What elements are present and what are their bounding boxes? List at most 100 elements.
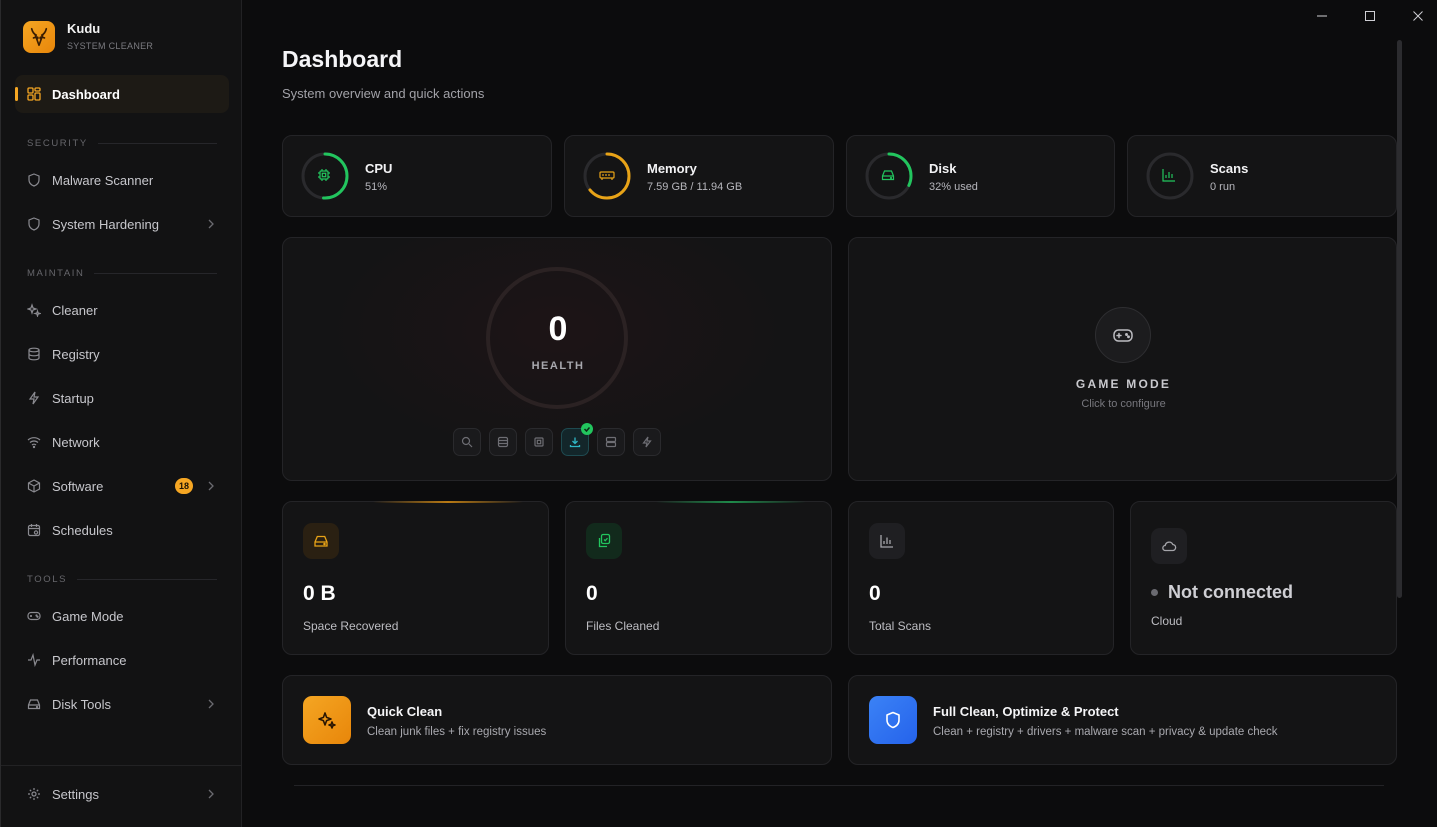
main-scrollbar[interactable]: [1397, 40, 1402, 598]
metric-value: 0: [586, 582, 598, 605]
stat-value: 32% used: [929, 181, 978, 193]
section-maintain: MAINTAIN: [27, 268, 217, 279]
sparkles-icon: [303, 696, 351, 744]
metric-card-cloud[interactable]: Not connected Cloud: [1130, 501, 1397, 655]
drive-icon: [303, 523, 339, 559]
sidebar-item-label: Settings: [52, 786, 99, 802]
database-icon: [27, 347, 41, 361]
sidebar-item-network[interactable]: Network: [15, 423, 229, 461]
sidebar-item-cleaner[interactable]: Cleaner: [15, 291, 229, 329]
page-subtitle: System overview and quick actions: [282, 86, 485, 101]
metric-value: 0 B: [303, 582, 336, 605]
card-accent-line: [373, 501, 523, 503]
game-mode-card[interactable]: GAME MODE Click to configure: [848, 237, 1397, 481]
scan-check-button[interactable]: [453, 428, 481, 456]
stat-card-memory[interactable]: Memory 7.59 GB / 11.94 GB: [564, 135, 834, 217]
server-icon: [605, 436, 617, 448]
minimize-button[interactable]: [1312, 6, 1332, 26]
maximize-icon: [1365, 11, 1375, 21]
sidebar-item-system-hardening[interactable]: System Hardening: [15, 205, 229, 243]
stat-card-disk[interactable]: Disk 32% used: [846, 135, 1115, 217]
app-name: Kudu: [67, 21, 101, 36]
shield-icon: [27, 173, 41, 187]
game-mode-subtitle: Click to configure: [1081, 398, 1166, 410]
files-icon: [586, 523, 622, 559]
storage-check-button[interactable]: [597, 428, 625, 456]
cpu-chip-icon: [534, 437, 544, 447]
stat-title: Disk: [929, 161, 957, 176]
status-dot: [1151, 589, 1158, 596]
cloud-status: Not connected: [1151, 582, 1293, 603]
sidebar-item-registry[interactable]: Registry: [15, 335, 229, 373]
download-icon: [569, 437, 581, 448]
box-icon: [27, 479, 41, 493]
chevron-right-icon: [207, 697, 215, 714]
quick-clean-button[interactable]: Quick Clean Clean junk files + fix regis…: [282, 675, 832, 765]
cpu-usage-ring: [300, 151, 350, 201]
sidebar-item-settings[interactable]: Settings: [15, 775, 229, 813]
metric-card-files-cleaned: 0 Files Cleaned: [565, 501, 832, 655]
sidebar-item-label: Network: [52, 434, 100, 450]
gear-icon: [27, 787, 41, 801]
action-subtitle: Clean + registry + drivers + malware sca…: [933, 726, 1278, 738]
scans-ring: [1145, 151, 1195, 201]
minimize-icon: [1317, 15, 1327, 17]
startup-check-button[interactable]: [633, 428, 661, 456]
bar-chart-icon: [869, 523, 905, 559]
sidebar-item-schedules[interactable]: Schedules: [15, 511, 229, 549]
action-subtitle: Clean junk files + fix registry issues: [367, 726, 547, 738]
shield-icon: [869, 696, 917, 744]
sidebar-item-label: System Hardening: [52, 216, 159, 232]
full-clean-button[interactable]: Full Clean, Optimize & Protect Clean + r…: [848, 675, 1397, 765]
metric-label: Cloud: [1151, 614, 1183, 628]
sidebar-item-label: Cleaner: [52, 302, 98, 318]
drive-icon: [27, 697, 41, 711]
maximize-button[interactable]: [1360, 6, 1380, 26]
bolt-icon: [642, 436, 652, 448]
close-button[interactable]: [1408, 6, 1428, 26]
search-icon: [461, 436, 473, 448]
chevron-right-icon: [207, 217, 215, 234]
check-icon: [581, 423, 593, 435]
disk-usage-ring: [864, 151, 914, 201]
memory-stick-icon: [599, 168, 615, 184]
metric-value: 0: [869, 582, 881, 605]
stat-value: 7.59 GB / 11.94 GB: [647, 181, 743, 193]
cloud-icon: [1151, 528, 1187, 564]
pulse-icon: [27, 653, 41, 667]
health-label: HEALTH: [531, 360, 585, 372]
sidebar-item-label: Schedules: [52, 522, 113, 538]
health-score: 0: [548, 310, 568, 348]
sidebar: Kudu SYSTEM CLEANER Dashboard SECURITY M…: [0, 0, 242, 827]
metric-card-space-recovered: 0 B Space Recovered: [282, 501, 549, 655]
sidebar-item-dashboard[interactable]: Dashboard: [15, 75, 229, 113]
app-subtitle: SYSTEM CLEANER: [67, 41, 154, 51]
section-security: SECURITY: [27, 138, 217, 149]
health-card[interactable]: 0 HEALTH: [282, 237, 832, 481]
stat-card-cpu[interactable]: CPU 51%: [282, 135, 552, 217]
stat-card-scans[interactable]: Scans 0 run: [1127, 135, 1397, 217]
sidebar-item-disk-tools[interactable]: Disk Tools: [15, 685, 229, 723]
sidebar-item-software[interactable]: Software 18: [15, 467, 229, 505]
sidebar-item-malware-scanner[interactable]: Malware Scanner: [15, 161, 229, 199]
cpu-check-button[interactable]: [525, 428, 553, 456]
sidebar-item-label: Malware Scanner: [52, 172, 154, 188]
sidebar-item-game-mode[interactable]: Game Mode: [15, 597, 229, 635]
calendar-icon: [27, 523, 41, 537]
update-check-button[interactable]: [561, 423, 593, 456]
drive-icon: [881, 168, 897, 184]
brand: Kudu SYSTEM CLEANER: [23, 21, 153, 53]
sidebar-item-startup[interactable]: Startup: [15, 379, 229, 417]
cpu-chip-icon: [317, 168, 333, 184]
database-icon: [497, 436, 509, 448]
sidebar-divider: [1, 765, 242, 766]
card-accent-line: [656, 501, 806, 503]
registry-check-button[interactable]: [489, 428, 517, 456]
sidebar-item-label: Game Mode: [52, 608, 124, 624]
metric-label: Files Cleaned: [586, 619, 660, 633]
bolt-icon: [27, 391, 41, 405]
stat-title: Memory: [647, 161, 697, 176]
stat-value: 0 run: [1210, 181, 1236, 193]
sidebar-item-performance[interactable]: Performance: [15, 641, 229, 679]
bar-chart-icon: [1162, 168, 1178, 184]
